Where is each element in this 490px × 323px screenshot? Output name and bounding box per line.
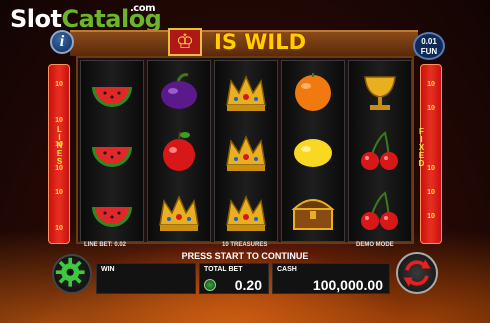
- reel-symbol: [349, 62, 411, 122]
- total-bet-panel[interactable]: TOTAL BET 0.20: [199, 263, 269, 294]
- line-bet-label: LINE BET: 0.02: [84, 242, 127, 248]
- king-icon: ♔: [168, 28, 202, 56]
- reel-4: [281, 60, 345, 242]
- crown-icon: [226, 135, 266, 171]
- coin-icon: [204, 279, 216, 291]
- line-number: 10: [427, 81, 435, 88]
- plum-icon: [161, 73, 197, 109]
- cash-value: 100,000.00: [312, 277, 383, 293]
- reel-symbol: [148, 62, 210, 122]
- reel-symbol: [81, 182, 143, 242]
- line-number: 10: [55, 81, 63, 88]
- demo-mode-label: DEMO MODE: [356, 242, 394, 248]
- watermark-slot: Slot: [10, 5, 62, 33]
- win-label: WIN: [101, 266, 115, 273]
- reel-symbol: [282, 62, 344, 122]
- reel-symbol: [282, 182, 344, 242]
- reel-symbol: [148, 182, 210, 242]
- watermark-com: .com: [130, 3, 156, 14]
- watermelon-icon: [92, 207, 132, 227]
- reel-3: [214, 60, 278, 242]
- reel-symbol: [349, 122, 411, 182]
- treasure-chest-icon: [291, 199, 335, 230]
- crown-icon: [226, 195, 266, 231]
- reel-symbol: [215, 122, 277, 182]
- cash-label: CASH: [277, 266, 297, 273]
- slotcatalog-watermark: SlotCatalog .com: [10, 3, 162, 33]
- line-number: 10: [427, 189, 435, 196]
- golden-cup-icon: [364, 76, 396, 110]
- fixed-label: FIXED: [417, 127, 426, 167]
- reel-symbol: [215, 62, 277, 122]
- cherries-icon: [361, 191, 398, 230]
- coin-value-button[interactable]: 0.01 FUN: [413, 32, 445, 60]
- spin-arrows-icon: [403, 259, 431, 287]
- gear-icon: [55, 257, 85, 287]
- total-bet-value: 0.20: [234, 277, 262, 293]
- line-number: 10: [55, 165, 63, 172]
- watermelon-icon: [92, 87, 132, 107]
- info-button[interactable]: i: [50, 30, 74, 54]
- reel-symbol: [148, 122, 210, 182]
- reel-1: [80, 60, 144, 242]
- spin-button[interactable]: [396, 252, 438, 294]
- treasures-label: 10 TREASURES: [222, 242, 268, 248]
- coin-mode: FUN: [420, 47, 438, 56]
- reel-symbol: [81, 62, 143, 122]
- right-fixed-bar: 10 10 10 10 10 FIXED: [417, 64, 442, 244]
- total-bet-label: TOTAL BET: [204, 266, 243, 273]
- reel-area: [76, 56, 414, 244]
- line-number: 10: [55, 189, 63, 196]
- line-number: 10: [427, 213, 435, 220]
- reel-symbol: [81, 122, 143, 182]
- apple-icon: [163, 131, 195, 171]
- reel-symbol: [215, 182, 277, 242]
- left-lines-bar: 10 10 10 10 10 10 LINES: [48, 64, 70, 244]
- win-panel: WIN: [96, 263, 196, 294]
- settings-button[interactable]: [52, 254, 92, 294]
- line-number: 10: [427, 105, 435, 112]
- cash-panel: CASH 100,000.00: [272, 263, 390, 294]
- orange-icon: [295, 73, 331, 111]
- wild-title: IS WILD: [214, 30, 307, 54]
- line-number: 10: [55, 117, 63, 124]
- crown-icon: [226, 75, 266, 111]
- reel-symbol: [282, 122, 344, 182]
- lemon-icon: [294, 139, 332, 167]
- crown-icon: [159, 195, 199, 231]
- cherries-icon: [361, 131, 398, 170]
- reel-2: [147, 60, 211, 242]
- lines-label: LINES: [55, 125, 64, 165]
- coin-value: 0.01: [421, 37, 437, 46]
- reel-5: [348, 60, 412, 242]
- reel-symbol: [349, 182, 411, 242]
- line-number: 10: [55, 225, 63, 232]
- watermelon-icon: [92, 147, 132, 167]
